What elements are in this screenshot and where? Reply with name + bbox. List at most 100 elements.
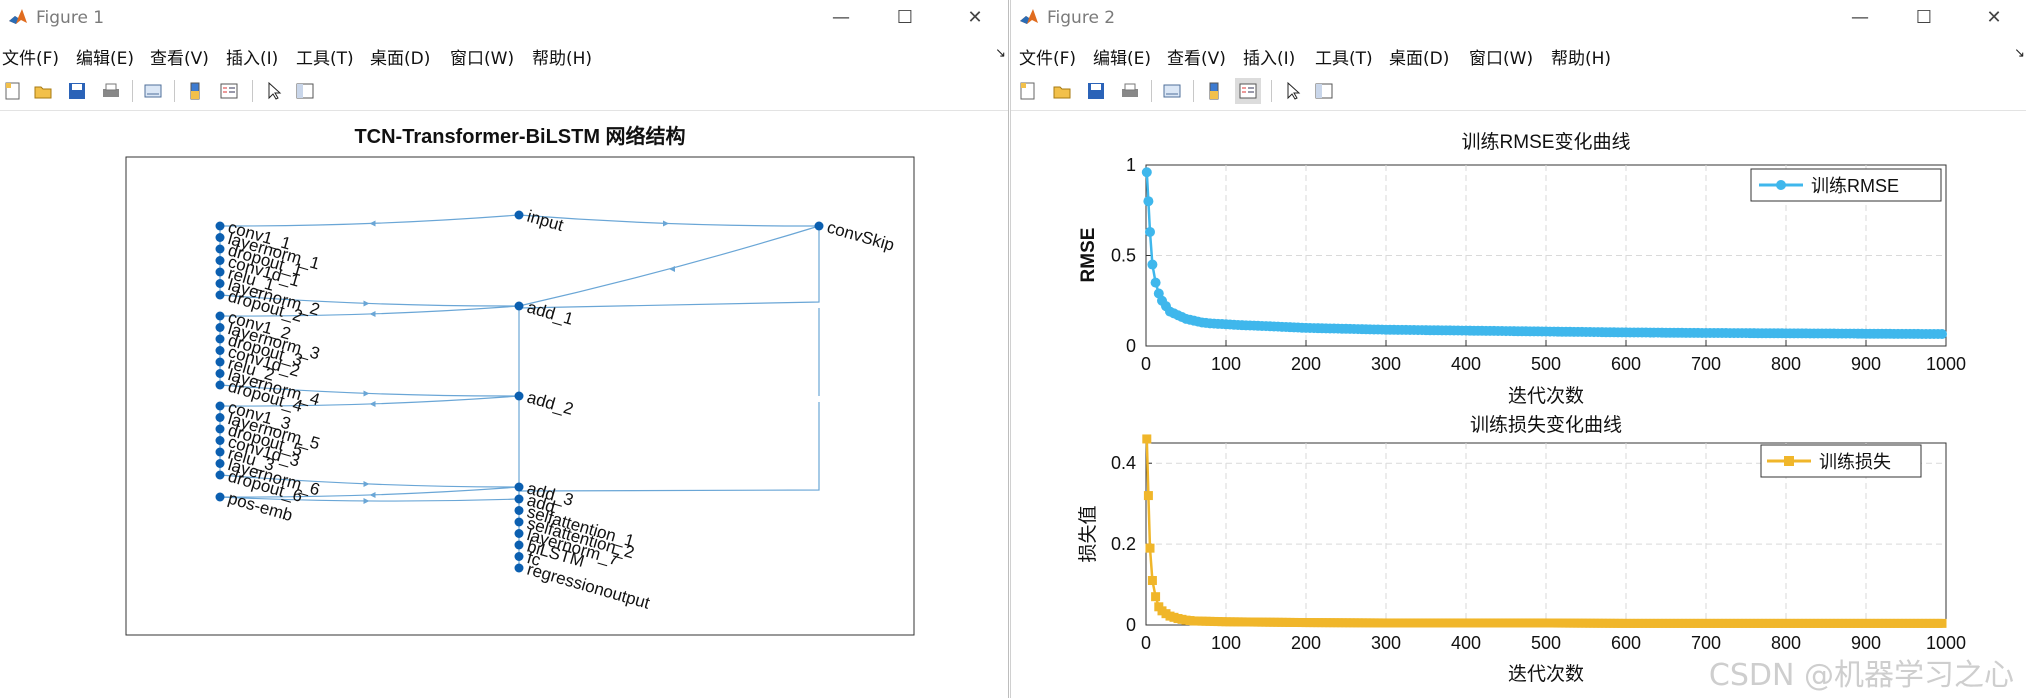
x-tick-label: 800: [1771, 354, 1801, 374]
colorbar-icon[interactable]: [182, 78, 208, 104]
rmse-y-label: RMSE: [1078, 228, 1099, 283]
menu-tools[interactable]: 工具(T): [296, 44, 354, 69]
menu-view[interactable]: 查看(V): [1167, 44, 1226, 69]
graph-node-add_3: [514, 482, 524, 492]
y-tick-label: 0.4: [1111, 453, 1136, 473]
csdn-watermark: CSDN @机器学习之心: [1708, 658, 2014, 693]
graph-node-relu_1: [215, 267, 225, 277]
graph-node-dropout_5: [215, 424, 225, 434]
graph-node-layernorm_4: [215, 369, 225, 378]
graph-node-conv1d_1: [215, 256, 225, 265]
figure-2-window: Figure 2 — ☐ ✕ 文件(F) 编辑(E) 查看(V) 插入(I) 工…: [1010, 0, 2026, 698]
data-point: [1151, 592, 1161, 602]
graph-node-input: [514, 210, 524, 220]
x-tick-label: 100: [1211, 354, 1241, 374]
menu-file[interactable]: 文件(F): [1019, 44, 1076, 69]
x-tick-label: 500: [1531, 633, 1561, 653]
figure-1-titlebar: Figure 1 — ☐ ✕: [0, 0, 1008, 34]
maximize-icon[interactable]: ☐: [892, 4, 918, 30]
toolbar-separator: [1193, 80, 1194, 102]
print-icon[interactable]: [1117, 78, 1143, 104]
data-point: [1143, 491, 1153, 501]
training-curves-plot: 训练RMSE变化曲线 0 100 200 300 400 500 600 700 800 900 1…: [1077, 131, 1966, 685]
close-icon[interactable]: ✕: [962, 4, 988, 30]
menu-insert[interactable]: 插入(I): [1243, 44, 1295, 69]
menu-file[interactable]: 文件(F): [2, 44, 59, 69]
open-file-icon[interactable]: [1049, 78, 1075, 104]
minimize-icon[interactable]: —: [1847, 4, 1873, 30]
legend-icon[interactable]: [216, 78, 242, 104]
colorbar-icon[interactable]: [1201, 78, 1227, 104]
menu-desktop[interactable]: 桌面(D): [370, 44, 430, 69]
link-plot-icon[interactable]: [1159, 78, 1185, 104]
figure-toolbar: [0, 72, 1008, 111]
property-inspector-icon[interactable]: [1311, 78, 1337, 104]
legend-icon[interactable]: [1235, 78, 1261, 104]
x-tick-label: 200: [1291, 633, 1321, 653]
x-tick-label: 100: [1211, 633, 1241, 653]
x-tick-label: 700: [1691, 354, 1721, 374]
graph-node-convSkip: [814, 221, 824, 231]
y-tick-label: 0.2: [1111, 534, 1136, 554]
rmse-x-label: 迭代次数: [1508, 385, 1584, 407]
data-point: [1147, 576, 1157, 586]
link-plot-icon[interactable]: [140, 78, 166, 104]
save-icon[interactable]: [1083, 78, 1109, 104]
graph-node-dropout_2: [215, 290, 225, 300]
graph-node-selfattention_1: [514, 506, 524, 515]
x-tick-label: 1000: [1926, 354, 1966, 374]
y-tick-label: 0: [1126, 336, 1136, 356]
loss-title: 训练损失变化曲线: [1470, 414, 1622, 436]
y-tick-label: 0.5: [1111, 246, 1136, 266]
graph-node-relu_2: [215, 357, 225, 367]
property-inspector-icon[interactable]: [292, 78, 318, 104]
print-icon[interactable]: [98, 78, 124, 104]
menu-view[interactable]: 查看(V): [150, 44, 209, 69]
pointer-icon[interactable]: [1279, 78, 1305, 104]
data-point: [1143, 196, 1154, 207]
open-file-icon[interactable]: [30, 78, 56, 104]
data-point: [1141, 167, 1152, 178]
maximize-icon[interactable]: ☐: [1911, 4, 1937, 30]
window-title: Figure 2: [1047, 8, 1116, 28]
pointer-icon[interactable]: [260, 78, 286, 104]
menu-bar: 文件(F) 编辑(E) 查看(V) 插入(I) 工具(T) 桌面(D) 窗口(W…: [0, 40, 1008, 70]
graph-node-add_2: [514, 391, 524, 401]
menu-overflow-icon[interactable]: ↘: [995, 46, 1006, 61]
close-icon[interactable]: ✕: [1981, 4, 2007, 30]
toolbar-separator: [1271, 80, 1272, 102]
menu-insert[interactable]: 插入(I): [226, 44, 278, 69]
menu-edit[interactable]: 编辑(E): [76, 44, 134, 69]
toolbar-separator: [1151, 80, 1152, 102]
menu-window[interactable]: 窗口(W): [450, 44, 514, 69]
graph-node-dropout_6: [215, 470, 225, 480]
new-figure-icon[interactable]: [0, 78, 26, 104]
graph-node-add_1: [514, 301, 524, 311]
network-plot: TCN-Transformer-BiLSTM 网络结构 input convSki…: [125, 124, 915, 636]
graph-node-biLSTM: [514, 540, 524, 550]
menu-overflow-icon[interactable]: ↘: [2014, 46, 2025, 61]
graph-node-selfattention_2: [514, 517, 524, 527]
data-point: [1937, 618, 1947, 628]
graph-node-pos-emb: [215, 492, 225, 502]
x-tick-label: 500: [1531, 354, 1561, 374]
loss-legend-label: 训练损失: [1819, 452, 1891, 472]
matlab-logo-icon: [1020, 9, 1038, 24]
new-figure-icon[interactable]: [1015, 78, 1041, 104]
graph-node-layernorm_2: [215, 279, 225, 288]
menu-help[interactable]: 帮助(H): [532, 44, 592, 69]
menu-window[interactable]: 窗口(W): [1469, 44, 1533, 69]
menu-tools[interactable]: 工具(T): [1315, 44, 1373, 69]
loss-y-label: 损失值: [1077, 505, 1099, 562]
graph-node-conv1_3: [215, 401, 225, 411]
menu-desktop[interactable]: 桌面(D): [1389, 44, 1449, 69]
save-icon[interactable]: [64, 78, 90, 104]
graph-node-regressionoutput: [514, 563, 524, 573]
menu-help[interactable]: 帮助(H): [1551, 44, 1611, 69]
x-tick-label: 400: [1451, 354, 1481, 374]
minimize-icon[interactable]: —: [828, 4, 854, 30]
menu-edit[interactable]: 编辑(E): [1093, 44, 1151, 69]
graph-node-add: [514, 494, 524, 504]
y-tick-label: 0: [1126, 615, 1136, 635]
graph-node-layernorm_1: [215, 233, 225, 242]
